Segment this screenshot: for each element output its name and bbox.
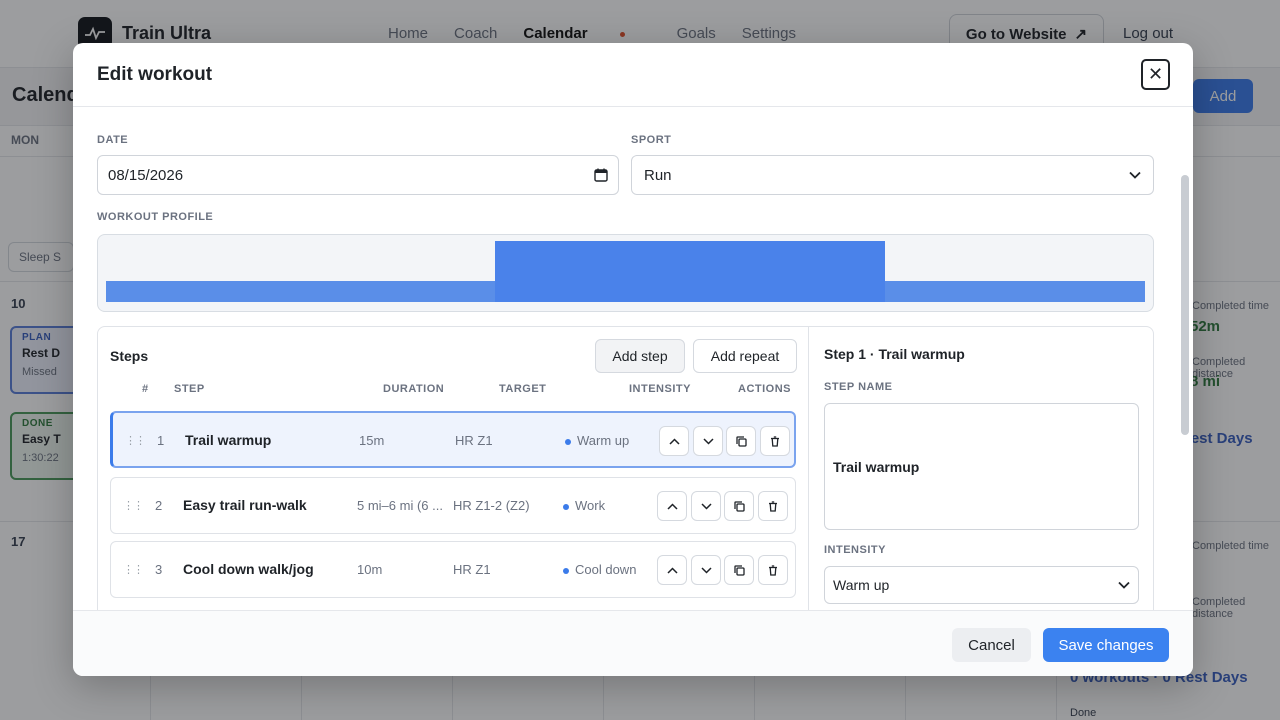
sport-select[interactable]: Run [631,155,1154,195]
move-up-button[interactable] [657,555,687,585]
step-number: 2 [155,498,163,513]
step-detail-title: Step 1 · Trail warmup [824,346,965,362]
save-changes-button[interactable]: Save changes [1043,628,1169,662]
sport-value: Run [644,166,672,184]
copy-icon [733,500,745,512]
steps-title: Steps [110,348,149,364]
modal-title: Edit workout [97,64,213,85]
chevron-down-icon [702,437,714,445]
step-intensity: Work [563,498,605,513]
column-header-step: STEP [174,383,205,395]
add-repeat-button[interactable]: Add repeat [693,339,797,373]
step-duration: 10m [357,562,383,577]
profile-block-cooldown [885,281,1145,302]
column-header-actions: ACTIONS [738,383,791,395]
chevron-up-icon [668,437,680,445]
column-header-number: # [142,383,149,395]
step-number: 1 [157,433,165,448]
step-duration: 5 mi–6 mi (6 ... [357,498,443,513]
modal-footer: Cancel Save changes [73,610,1193,676]
modal-body[interactable]: DATE SPORT 08/15/2026 Run WORKOUT PROFIL… [73,108,1193,610]
delete-button[interactable] [758,555,788,585]
intensity-dot [563,503,569,510]
column-header-duration: DURATION [383,383,445,395]
duplicate-button[interactable] [724,555,754,585]
drag-handle-icon[interactable]: ⋮⋮ [123,499,144,512]
duplicate-button[interactable] [726,426,756,456]
modal-header: Edit workout ✕ [73,43,1193,107]
column-header-intensity: INTENSITY [629,383,691,395]
date-label: DATE [97,134,129,146]
chevron-down-icon [1118,581,1130,589]
step-name: Cool down walk/jog [183,561,314,577]
date-field[interactable]: 08/15/2026 [97,155,619,195]
close-button[interactable]: ✕ [1141,59,1170,90]
cancel-button[interactable]: Cancel [952,628,1031,662]
move-up-button[interactable] [657,491,687,521]
chevron-down-icon [700,502,712,510]
move-down-button[interactable] [693,426,723,456]
intensity-label: INTENSITY [824,544,886,556]
step-row[interactable]: ⋮⋮ 2 Easy trail run-walk 5 mi–6 mi (6 ..… [110,477,796,534]
profile-block-work [495,241,885,302]
profile-block-warmup [106,281,495,302]
step-detail-panel: Step 1 · Trail warmup STEP NAME Trail wa… [808,326,1154,610]
steps-panel: Steps Add step Add repeat # STEP DURATIO… [97,326,809,610]
step-name-label: STEP NAME [824,381,893,393]
delete-button[interactable] [760,426,790,456]
step-target: HR Z1 [453,562,491,577]
column-header-target: TARGET [499,383,547,395]
step-intensity-label: Cool down [575,562,637,577]
trash-icon [769,564,777,576]
duplicate-button[interactable] [724,491,754,521]
drag-handle-icon[interactable]: ⋮⋮ [123,563,144,576]
chevron-down-icon [1129,171,1141,179]
step-intensity: Warm up [565,433,629,448]
step-duration: 15m [359,433,385,448]
copy-icon [733,564,745,576]
calendar-icon[interactable] [594,168,608,182]
step-name-field[interactable]: Trail warmup [824,403,1139,530]
workout-profile-chart [97,234,1154,312]
chevron-up-icon [666,502,678,510]
step-row[interactable]: ⋮⋮ 1 Trail warmup 15m HR Z1 Warm up [110,411,796,468]
step-name: Trail warmup [185,432,272,448]
step-row[interactable]: ⋮⋮ 3 Cool down walk/jog 10m HR Z1 Cool d… [110,541,796,598]
edit-workout-modal: Edit workout ✕ DATE SPORT 08/15/2026 Run… [73,43,1193,676]
modal-scrollbar[interactable] [1181,175,1189,435]
step-intensity-label: Work [575,498,606,513]
move-down-button[interactable] [691,491,721,521]
sport-label: SPORT [631,134,672,146]
chevron-down-icon [700,566,712,574]
intensity-dot [563,567,569,574]
intensity-value: Warm up [833,577,890,593]
move-up-button[interactable] [659,426,689,456]
move-down-button[interactable] [691,555,721,585]
step-name: Easy trail run-walk [183,497,307,513]
add-step-button[interactable]: Add step [595,339,685,373]
close-icon: ✕ [1147,64,1164,84]
intensity-dot [565,438,571,445]
trash-icon [771,435,779,447]
step-intensity-label: Warm up [577,433,630,448]
step-target: HR Z1 [455,433,493,448]
trash-icon [769,500,777,512]
step-number: 3 [155,562,163,577]
date-value: 08/15/2026 [108,166,184,184]
workout-profile-label: WORKOUT PROFILE [97,211,214,223]
drag-handle-icon[interactable]: ⋮⋮ [125,434,146,447]
intensity-select[interactable]: Warm up [824,566,1139,604]
delete-button[interactable] [758,491,788,521]
chevron-up-icon [666,566,678,574]
step-intensity: Cool down [563,562,636,577]
copy-icon [735,435,747,447]
step-target: HR Z1-2 (Z2) [453,498,530,513]
